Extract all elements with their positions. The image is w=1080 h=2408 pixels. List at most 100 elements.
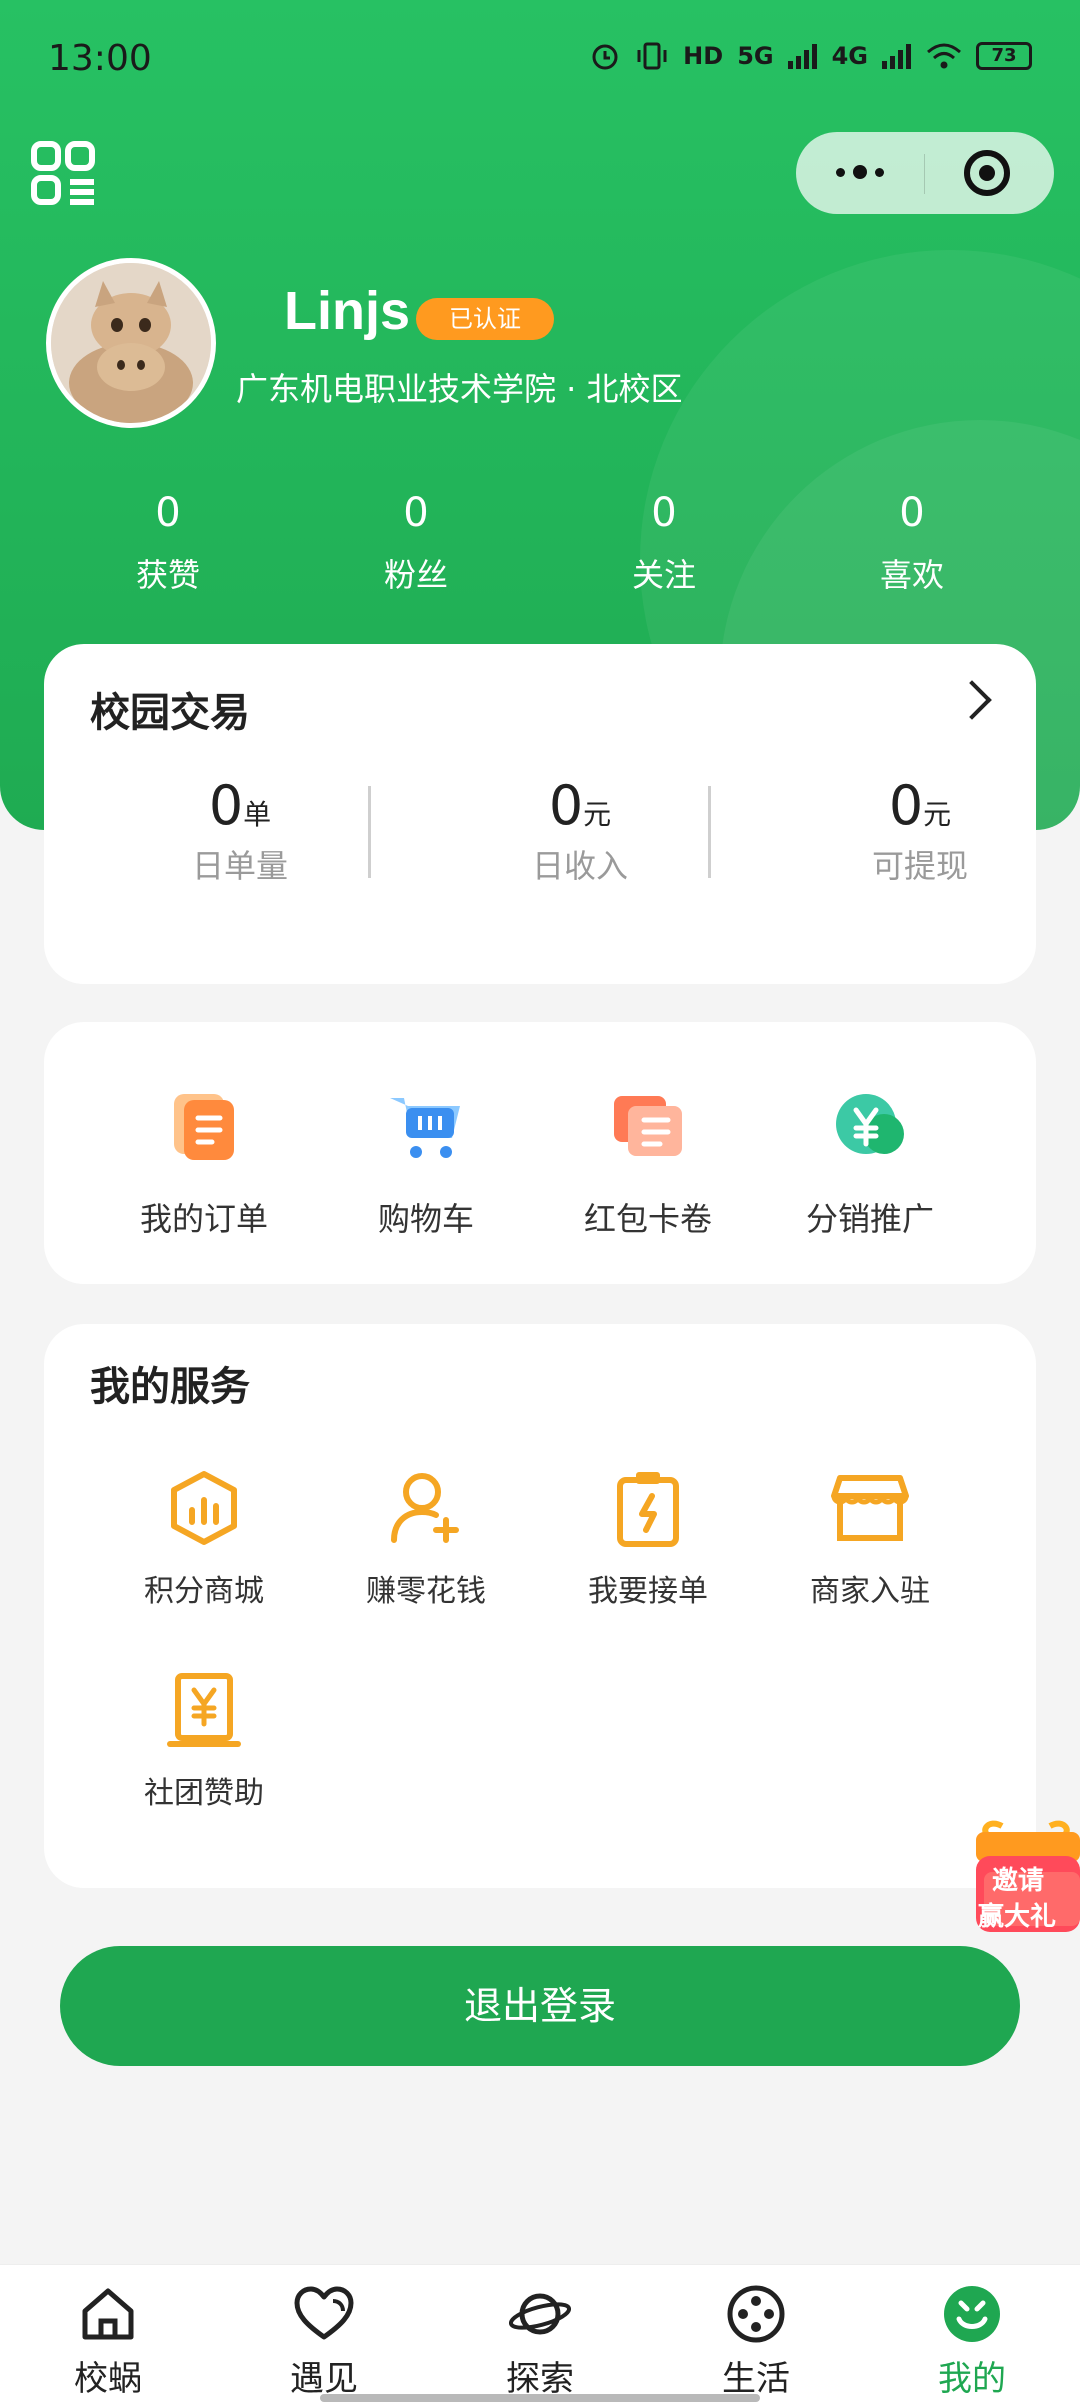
service-label: 社团赞助 [144, 1776, 264, 1811]
more-menu-button[interactable] [828, 152, 892, 192]
tab-life[interactable]: 生活 [686, 2283, 826, 2400]
planet-icon [508, 2293, 572, 2335]
stat-value: 0 [899, 490, 925, 536]
service-label: 积分商城 [144, 1574, 264, 1609]
trade-unit: 单 [243, 798, 272, 831]
logout-button[interactable]: 退出登录 [60, 1946, 1020, 2066]
quick-label: 我的订单 [139, 1200, 268, 1238]
trade-value: 0 [208, 774, 244, 837]
invite-gift-floating-button[interactable]: 邀请 赢大礼 [972, 1808, 1080, 1940]
my-orders-button[interactable]: 我的订单 [104, 1086, 304, 1240]
close-miniapp-button[interactable] [964, 150, 1010, 196]
stat-value: 0 [651, 490, 677, 536]
alarm-icon [592, 44, 618, 70]
tab-label: 探索 [506, 2359, 574, 2399]
trade-label: 可提现 [871, 847, 968, 885]
stat-following[interactable]: 0 关注 [564, 490, 764, 596]
tab-meet[interactable]: 遇见 [254, 2283, 394, 2400]
points-mall-icon [171, 1471, 237, 1545]
trade-value: 0 [888, 774, 924, 837]
wifi-icon [927, 43, 961, 69]
home-icon [82, 2288, 134, 2340]
gift-text-line2: 赢大礼 [978, 1902, 1057, 1932]
tab-label: 我的 [938, 2359, 1006, 2399]
club-sponsor-button[interactable]: 社团赞助 [94, 1670, 314, 1812]
heart-icon [294, 2286, 354, 2340]
verified-badge: 已认证 [416, 298, 554, 340]
clipboard-bolt-icon [617, 1472, 679, 1547]
trade-label: 日收入 [531, 847, 628, 885]
service-label: 商家入驻 [810, 1574, 930, 1609]
qr-scan-icon [31, 141, 95, 205]
sponsor-icon [167, 1673, 241, 1747]
divider [708, 786, 711, 878]
gift-text-line1: 邀请 [992, 1866, 1045, 1896]
user-add-icon [391, 1473, 459, 1543]
network-4g: 4G [831, 42, 868, 70]
quick-label: 购物车 [377, 1200, 474, 1238]
quick-label: 红包卡卷 [583, 1200, 712, 1238]
coupons-button[interactable]: 红包卡卷 [548, 1086, 748, 1240]
trade-withdrawable: 0元 可提现 [770, 774, 1070, 887]
signal-icon [882, 44, 911, 69]
take-orders-button[interactable]: 我要接单 [538, 1468, 758, 1610]
stat-likes[interactable]: 0 获赞 [68, 490, 268, 596]
tab-label: 生活 [722, 2359, 790, 2399]
scan-code-button[interactable] [30, 140, 98, 208]
hd-indicator: HD [683, 42, 724, 70]
trade-unit: 元 [923, 798, 952, 831]
tab-mine[interactable]: 我的 [902, 2283, 1042, 2400]
points-mall-button[interactable]: 积分商城 [94, 1468, 314, 1610]
bottom-tab-bar: 校蜗 遇见 探索 生活 我的 [0, 2264, 1080, 2408]
miniapp-capsule [796, 132, 1054, 214]
stat-label: 获赞 [135, 556, 200, 594]
my-services-card: 我的服务 积分商城 赚零花钱 我要接单 商家入驻 社团赞助 [44, 1324, 1036, 1888]
school-name: 广东机电职业技术学院 · 北校区 [236, 370, 683, 408]
battery-indicator: 73 [976, 42, 1032, 70]
smile-icon [944, 2286, 1000, 2342]
trade-daily-income: 0元 日收入 [430, 774, 730, 887]
username: Linjs [284, 281, 411, 341]
trade-daily-orders: 0单 日单量 [90, 774, 390, 887]
trade-value: 0 [548, 774, 584, 837]
chevron-right-icon[interactable] [952, 680, 992, 720]
stat-value: 0 [155, 490, 181, 536]
trade-title: 校园交易 [90, 690, 250, 736]
tab-home[interactable]: 校蜗 [38, 2283, 178, 2400]
status-icons: HD 5G 4G 73 [589, 40, 1032, 72]
status-time: 13:00 [48, 38, 152, 79]
cart-icon [390, 1098, 460, 1158]
services-title: 我的服务 [90, 1364, 250, 1410]
signal-icon [787, 44, 817, 69]
trade-label: 日单量 [191, 847, 288, 885]
status-bar: 13:00 HD 5G 4G 73 [0, 0, 1080, 120]
campus-trade-card[interactable]: 校园交易 0单 日单量 0元 日收入 0元 可提现 [44, 644, 1036, 984]
coupon-icon [614, 1096, 682, 1156]
trade-unit: 元 [583, 798, 612, 831]
service-label: 赚零花钱 [366, 1574, 486, 1609]
stat-favorites[interactable]: 0 喜欢 [812, 490, 1012, 596]
stat-fans[interactable]: 0 粉丝 [316, 490, 516, 596]
yuan-icon [836, 1094, 904, 1154]
stat-label: 粉丝 [383, 556, 448, 594]
quick-actions-card: 我的订单 购物车 红包卡卷 分销推广 [44, 1022, 1036, 1284]
distribution-button[interactable]: 分销推广 [770, 1086, 970, 1240]
earn-money-button[interactable]: 赚零花钱 [316, 1468, 536, 1610]
film-reel-icon [727, 2285, 785, 2343]
stat-label: 关注 [631, 556, 696, 594]
vibrate-icon [637, 42, 667, 70]
tab-label: 校蜗 [74, 2359, 142, 2399]
shop-icon [831, 1475, 909, 1541]
tab-explore[interactable]: 探索 [470, 2283, 610, 2400]
avatar-image [51, 263, 211, 423]
stat-label: 喜欢 [879, 556, 944, 594]
stat-value: 0 [403, 490, 429, 536]
cart-button[interactable]: 购物车 [326, 1086, 526, 1240]
avatar[interactable] [46, 258, 216, 428]
network-5g: 5G [737, 42, 774, 70]
tab-label: 遇见 [290, 2359, 358, 2399]
divider [368, 786, 371, 878]
service-label: 我要接单 [588, 1574, 708, 1609]
merchant-join-button[interactable]: 商家入驻 [760, 1468, 980, 1610]
quick-label: 分销推广 [805, 1200, 934, 1238]
